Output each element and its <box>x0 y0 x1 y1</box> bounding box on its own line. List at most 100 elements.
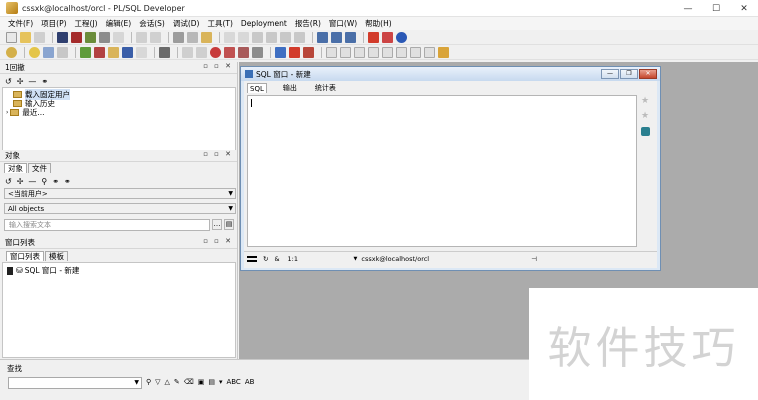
menu-window[interactable]: 窗口(W) <box>329 18 357 29</box>
clear-icon[interactable]: ⌫ <box>184 378 194 386</box>
database-connection-icon[interactable] <box>641 127 650 136</box>
find-previous-icon[interactable]: △ <box>165 378 170 386</box>
menu-reports[interactable]: 报告(R) <box>295 18 321 29</box>
break-icon[interactable] <box>43 46 54 58</box>
trigger-icon[interactable] <box>424 46 435 58</box>
panel-controls[interactable]: ▫ ▫ ✕ <box>203 150 233 158</box>
new-icon[interactable] <box>6 31 17 43</box>
sql-close-button[interactable]: ✕ <box>639 69 657 79</box>
arrow-right-red-icon[interactable] <box>289 46 300 58</box>
tile-windows-icon[interactable] <box>317 31 328 43</box>
bookmark-icon[interactable] <box>382 31 393 43</box>
debug-start-icon[interactable] <box>182 46 193 58</box>
object-search-input[interactable]: 输入搜索文本 <box>4 219 210 231</box>
lowercase-icon[interactable] <box>294 31 305 43</box>
maximize-button[interactable]: ☐ <box>702 0 730 17</box>
debug-stop-icon[interactable] <box>210 46 221 58</box>
stop-icon[interactable] <box>368 31 379 43</box>
info-icon[interactable] <box>396 31 407 43</box>
package-icon[interactable] <box>410 46 421 58</box>
expand-icon[interactable]: › <box>6 109 8 116</box>
tab-window-list[interactable]: 窗口列表 <box>6 251 44 261</box>
tab-files[interactable]: 文件 <box>28 163 51 173</box>
add-icon[interactable]: ✢ <box>17 177 24 186</box>
call-stack-icon[interactable] <box>354 46 365 58</box>
preferences-icon[interactable] <box>159 46 170 58</box>
watch-icon[interactable] <box>340 46 351 58</box>
rollback-icon[interactable] <box>94 46 105 58</box>
pin-icon[interactable]: ⊣ <box>531 255 537 263</box>
tile-horizontal-icon[interactable] <box>331 31 342 43</box>
tab-templates[interactable]: 模板 <box>45 251 68 261</box>
menu-file[interactable]: 文件(F) <box>8 18 33 29</box>
format-icon[interactable] <box>136 46 147 58</box>
browse-button[interactable]: ▤ <box>224 219 234 230</box>
minimize-button[interactable]: — <box>674 0 702 17</box>
execute-file-icon[interactable] <box>85 31 96 43</box>
link-icon[interactable]: ⚭ <box>41 77 48 86</box>
sql-window-caption[interactable]: SQL 窗口 - 新建 — ❐ ✕ <box>241 67 660 81</box>
run-to-exception-icon[interactable] <box>303 46 314 58</box>
debug-step-out-icon[interactable] <box>252 46 263 58</box>
print-preview-icon[interactable] <box>113 31 124 43</box>
match-case-icon[interactable]: ABC <box>226 378 240 386</box>
debug-step-into-icon[interactable] <box>224 46 235 58</box>
menu-engineering[interactable]: 工程(J) <box>75 18 98 29</box>
tab-objects[interactable]: 对象 <box>4 163 27 173</box>
save-icon[interactable] <box>57 31 68 43</box>
whole-word-icon[interactable]: AB <box>245 378 255 386</box>
menu-session[interactable]: 会话(S) <box>139 18 165 29</box>
variables-icon[interactable] <box>368 46 379 58</box>
outdent-icon[interactable] <box>238 31 249 43</box>
find-input[interactable]: ▼ <box>8 377 142 389</box>
save-all-icon[interactable] <box>71 31 82 43</box>
find-next-icon[interactable]: ▽ <box>155 378 160 386</box>
tab-sql[interactable]: SQL <box>247 83 267 93</box>
link-icon[interactable]: ⚭ <box>64 177 71 186</box>
open-icon[interactable] <box>20 31 31 43</box>
document-icon[interactable]: ▤ <box>208 378 215 386</box>
menu-project[interactable]: 项目(P) <box>41 18 66 29</box>
highlight-icon[interactable]: ✎ <box>174 378 180 386</box>
toggle-breakpoint-icon[interactable] <box>326 46 337 58</box>
menu-edit[interactable]: 编辑(E) <box>106 18 132 29</box>
find-icon[interactable]: ⚲ <box>41 177 47 186</box>
refresh-icon[interactable]: ↺ <box>5 177 12 186</box>
more-button[interactable]: … <box>212 219 222 230</box>
list-item[interactable]: ⛁ SQL 窗口 - 新建 <box>7 265 79 276</box>
case-icon[interactable]: ▣ <box>198 378 205 386</box>
print-icon[interactable] <box>99 31 110 43</box>
cut-icon[interactable] <box>173 31 184 43</box>
execute-icon[interactable] <box>29 46 40 58</box>
comment-icon[interactable] <box>252 31 263 43</box>
binoculars-icon[interactable]: ⚲ <box>146 378 151 386</box>
arrow-right-blue-icon[interactable] <box>275 46 286 58</box>
sql-restore-button[interactable]: ❐ <box>620 69 638 79</box>
chevron-down-icon[interactable]: ▼ <box>354 256 358 262</box>
reload-icon[interactable] <box>34 31 45 43</box>
global-icon[interactable] <box>396 46 407 58</box>
menu-tools[interactable]: 工具(T) <box>207 18 232 29</box>
indent-icon[interactable] <box>224 31 235 43</box>
copy-icon[interactable] <box>187 31 198 43</box>
query-builder-icon[interactable] <box>122 46 133 58</box>
remove-icon[interactable]: — <box>28 177 36 186</box>
close-button[interactable]: ✕ <box>730 0 758 17</box>
tab-statistics[interactable]: 统计表 <box>313 83 338 93</box>
refresh-icon[interactable]: ↺ <box>5 77 12 86</box>
menu-deployment[interactable]: Deployment <box>241 19 287 28</box>
panel-controls[interactable]: ▫ ▫ ✕ <box>203 62 233 70</box>
uncomment-icon[interactable] <box>266 31 277 43</box>
local-icon[interactable] <box>382 46 393 58</box>
debug-step-over-icon[interactable] <box>238 46 249 58</box>
refresh-icon[interactable]: ↻ <box>263 255 268 263</box>
user-combo[interactable]: <当前用户> ▼ <box>4 188 236 199</box>
step-icon[interactable] <box>57 46 68 58</box>
options-icon[interactable]: ▾ <box>219 378 223 386</box>
explain-plan-icon[interactable] <box>108 46 119 58</box>
sql-editor[interactable] <box>247 95 637 247</box>
tree-item[interactable]: › 最近... <box>6 107 45 118</box>
ampersand-icon[interactable]: & <box>274 255 279 263</box>
connection-label[interactable]: cssxk@localhost/orcl <box>361 255 531 263</box>
commit-icon[interactable] <box>80 46 91 58</box>
